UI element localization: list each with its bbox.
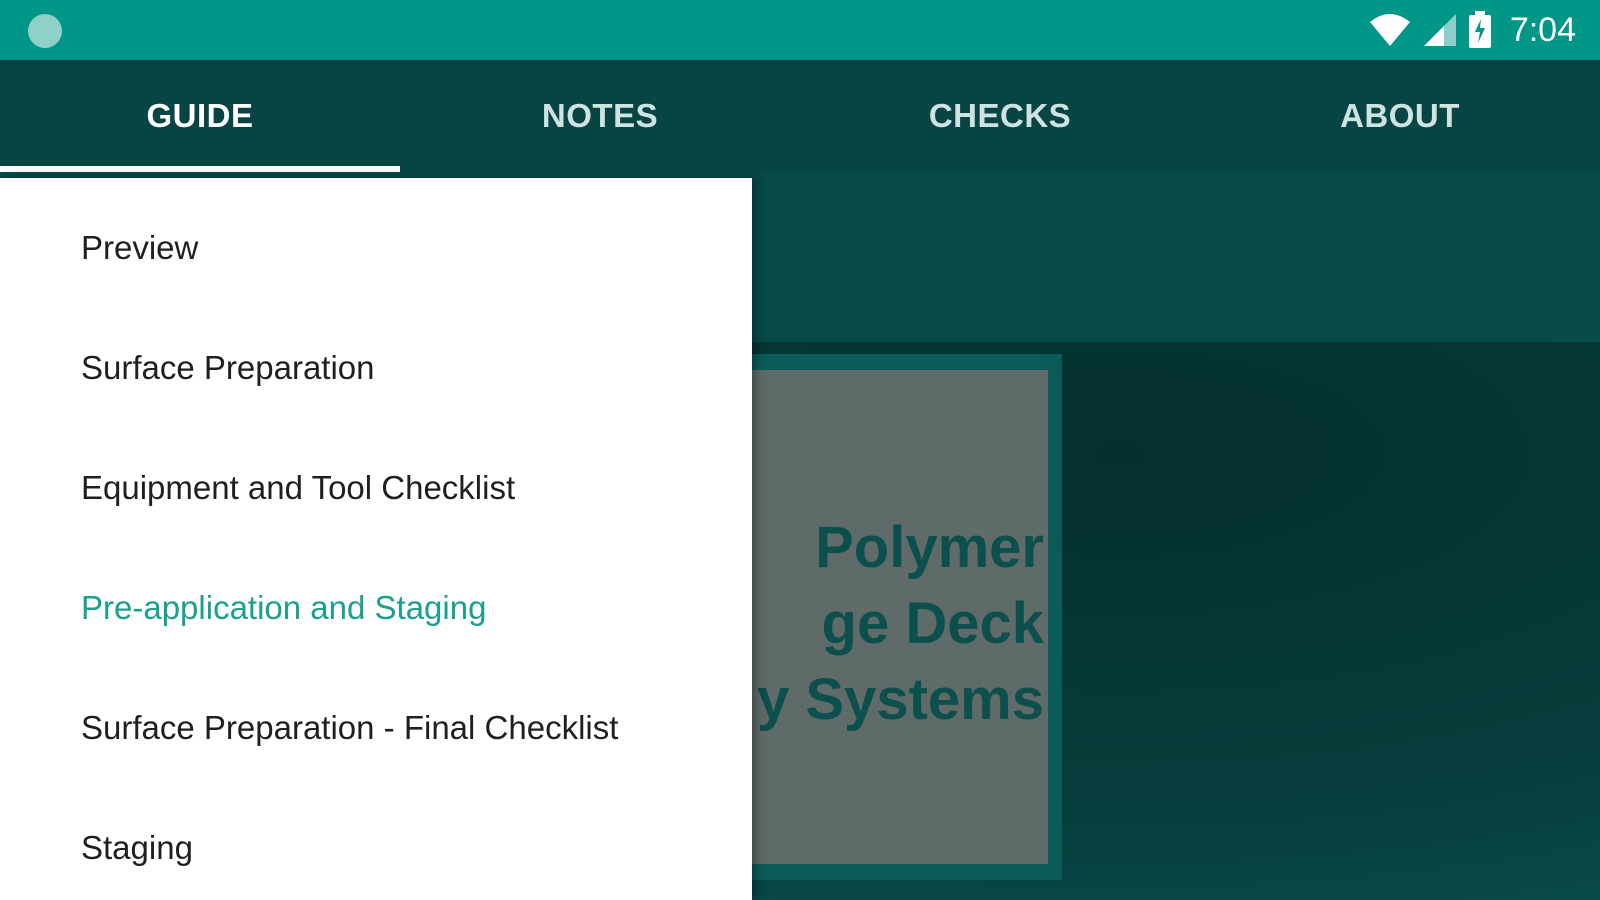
wifi-icon [1369,14,1410,46]
menu-item-staging[interactable]: Staging [81,818,741,878]
guide-cover-frame: Polymer ge Deck y Systems [730,354,1062,880]
cover-title-line: ge Deck [821,591,1044,656]
menu-item-final-checklist[interactable]: Surface Preparation - Final Checklist [81,698,741,758]
tab-notes[interactable]: NOTES [400,60,800,172]
cover-title-line: Polymer [815,515,1044,580]
menu-item-pre-application-staging[interactable]: Pre-application and Staging [81,578,741,638]
menu-item-equipment-checklist[interactable]: Equipment and Tool Checklist [81,458,741,518]
status-time: 7:04 [1509,10,1576,49]
tab-guide[interactable]: GUIDE [0,60,400,172]
tab-bar: GUIDE NOTES CHECKS ABOUT [0,60,1600,172]
status-bar: 7:04 [0,0,1600,60]
cellular-signal-icon [1423,14,1456,46]
battery-charging-icon [1468,11,1491,48]
guide-section-menu: Preview Surface Preparation Equipment an… [0,178,752,900]
menu-item-preview[interactable]: Preview [81,218,741,278]
status-icons: 7:04 [1368,10,1576,50]
tab-about[interactable]: ABOUT [1200,60,1600,172]
cover-title: Polymer ge Deck y Systems [744,510,1044,738]
tab-checks[interactable]: CHECKS [800,60,1200,172]
guide-cover-image[interactable]: Polymer ge Deck y Systems [744,370,1048,864]
menu-item-surface-preparation[interactable]: Surface Preparation [81,338,741,398]
cover-title-line: y Systems [757,667,1044,732]
app-notification-icon [28,14,62,48]
